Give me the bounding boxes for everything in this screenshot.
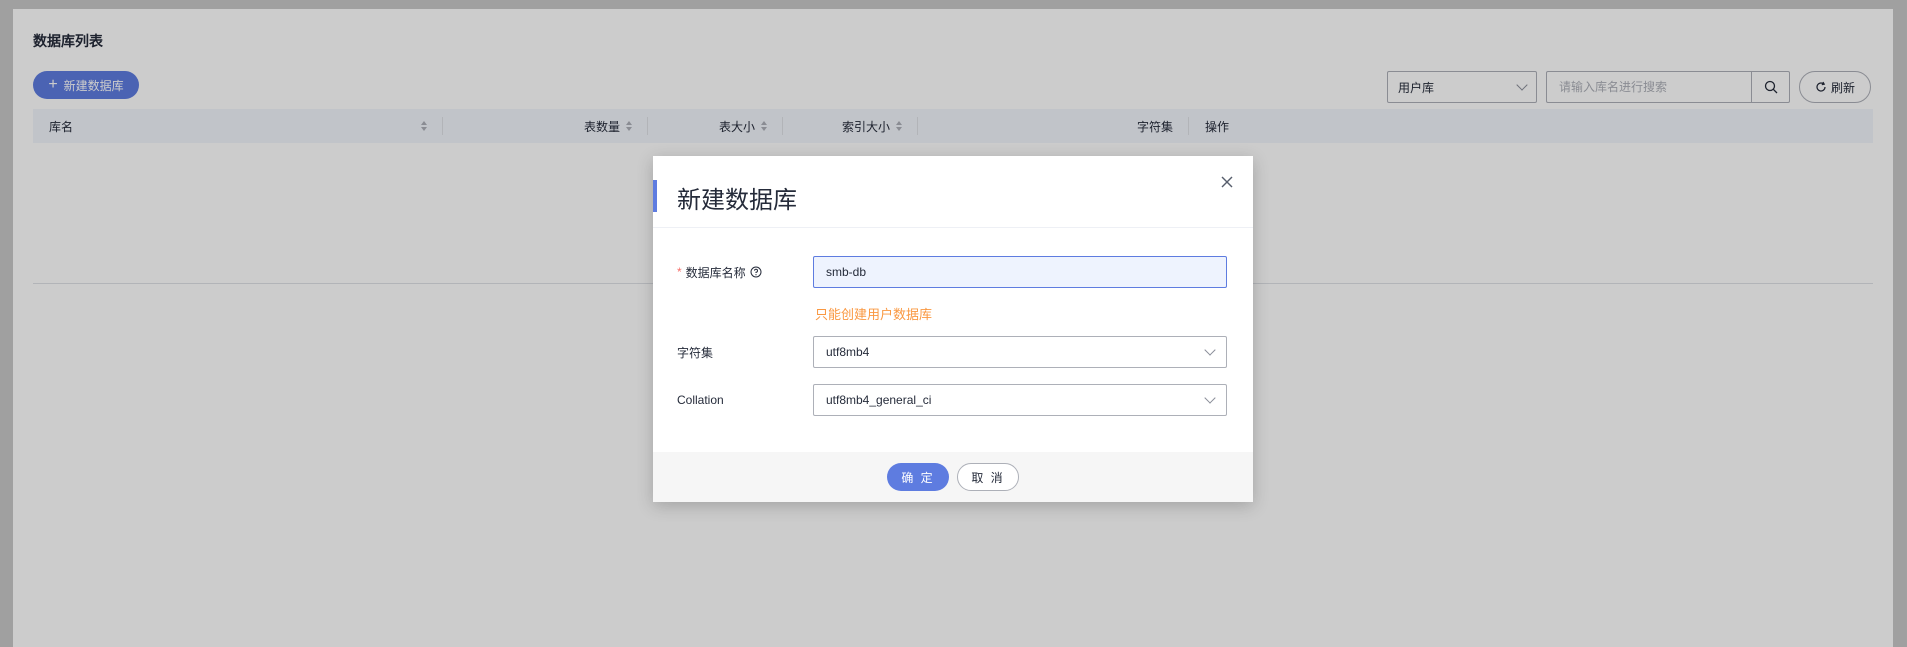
confirm-button[interactable]: 确 定	[887, 463, 949, 491]
dialog-title: 新建数据库	[677, 186, 797, 214]
close-button[interactable]	[1219, 174, 1235, 190]
title-accent-bar	[653, 180, 657, 212]
charset-value: utf8mb4	[826, 345, 870, 359]
help-icon[interactable]	[750, 266, 762, 278]
charset-select[interactable]: utf8mb4	[813, 336, 1227, 368]
form-row-name: * 数据库名称 smb-db	[677, 256, 1227, 288]
form-row-charset: 字符集 utf8mb4	[677, 336, 1227, 368]
database-name-label-text: 数据库名称	[685, 265, 746, 280]
form-row-collation: Collation utf8mb4_general_ci	[677, 384, 1227, 416]
close-icon	[1221, 176, 1233, 188]
required-mark: *	[677, 265, 682, 279]
database-name-label: * 数据库名称	[677, 264, 813, 281]
dialog-footer: 确 定 取 消	[653, 452, 1253, 502]
collation-select[interactable]: utf8mb4_general_ci	[813, 384, 1227, 416]
database-name-value: smb-db	[826, 265, 867, 279]
chevron-down-icon	[1204, 392, 1216, 404]
collation-label: Collation	[677, 393, 724, 407]
charset-label: 字符集	[677, 345, 714, 360]
chevron-down-icon	[1204, 344, 1216, 356]
create-database-dialog: 新建数据库 * 数据库名称 smb-db 只能创建用户数据库 字符集 utf8m…	[653, 156, 1253, 502]
database-name-input[interactable]: smb-db	[813, 256, 1227, 288]
cancel-button[interactable]: 取 消	[957, 463, 1019, 491]
collation-value: utf8mb4_general_ci	[826, 393, 932, 407]
validation-hint: 只能创建用户数据库	[815, 307, 933, 322]
dialog-header: 新建数据库	[653, 156, 1253, 228]
